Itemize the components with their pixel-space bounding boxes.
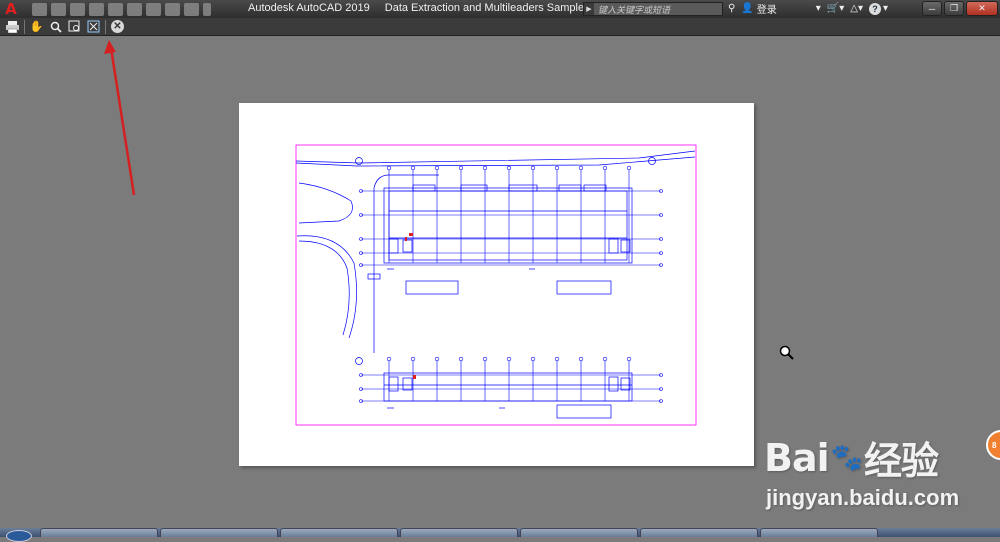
search-placeholder: 键入关键字或短语 (598, 4, 671, 15)
grid-bubble (578, 165, 584, 171)
grid-bubble (578, 356, 584, 362)
close-preview-icon: ✕ (111, 20, 124, 33)
app-name: Autodesk AutoCAD 2019 (248, 2, 370, 14)
login-label: 登录 (756, 5, 777, 16)
file-name: Data Extraction and Multileaders Sample.… (384, 2, 608, 14)
grid-bubble (410, 356, 416, 362)
quick-access-toolbar (32, 2, 213, 16)
chevron-down-icon: ▾ (815, 3, 821, 14)
grid-bubble (530, 165, 536, 171)
title-bar: A Autodesk AutoCAD 2019 Data Extraction … (0, 0, 1000, 18)
watermark-url: jingyan.baidu.com (766, 485, 960, 510)
taskbar-item[interactable] (760, 528, 878, 537)
grid-bubble (482, 165, 488, 171)
zoom-window-icon[interactable] (67, 19, 82, 34)
dropdown-icon[interactable] (203, 2, 211, 16)
grid-bubble (434, 356, 440, 362)
plot-icon[interactable] (146, 2, 161, 16)
drawing-preview (295, 144, 697, 426)
autocad-logo-icon[interactable]: A (0, 0, 22, 18)
undo-icon[interactable] (165, 2, 180, 16)
zoom-original-icon[interactable] (86, 19, 101, 34)
redo-icon[interactable] (184, 2, 199, 16)
save-icon[interactable] (70, 2, 85, 16)
grid-bubble (458, 165, 464, 171)
taskbar-item[interactable] (400, 528, 518, 537)
grid-bubble (602, 356, 608, 362)
zoom-cursor-icon (779, 345, 795, 366)
a360-icon[interactable]: △▾ (850, 3, 863, 14)
grid-bubble (554, 165, 560, 171)
zoom-icon[interactable] (48, 19, 63, 34)
grid-bubble (410, 165, 416, 171)
grid-bubble (602, 165, 608, 171)
help-button[interactable]: ? ▾ (869, 2, 888, 15)
minimize-button[interactable]: ─ (922, 1, 942, 16)
grid-bubble (386, 356, 392, 362)
new-icon[interactable] (32, 2, 47, 16)
taskbar-item[interactable] (280, 528, 398, 537)
grid-bubble (530, 356, 536, 362)
grid-bubble (626, 165, 632, 171)
drawing-border (295, 144, 697, 426)
info-center: ⚲ 👤 登录 ▾ 🛒▾ △▾ ? ▾ (728, 1, 888, 16)
taskbar-item[interactable] (40, 528, 158, 537)
start-button[interactable] (6, 530, 32, 542)
preview-sheet (239, 103, 754, 466)
taskbar-item[interactable] (520, 528, 638, 537)
toolbar-separator (24, 19, 25, 34)
toolbar-separator (105, 19, 106, 34)
watermark-brand-left: Bai (764, 435, 830, 480)
window-title: Autodesk AutoCAD 2019 Data Extraction an… (248, 2, 607, 14)
open-icon[interactable] (51, 2, 66, 16)
baidu-watermark: Bai 🐾 经验 jingyan.baidu.com (764, 430, 959, 511)
close-window-button[interactable]: ✕ (966, 1, 998, 16)
grid-bubble (506, 356, 512, 362)
grid-bubble (386, 165, 392, 171)
taskbar-item[interactable] (160, 528, 278, 537)
close-preview-button[interactable]: ✕ (110, 19, 125, 34)
side-badge[interactable]: 8 (986, 430, 1000, 460)
grid-bubble (626, 356, 632, 362)
grid-bubble (482, 356, 488, 362)
grid-bubble (458, 356, 464, 362)
login-button[interactable]: 👤 登录 ▾ (741, 1, 820, 16)
grid-bubble (506, 165, 512, 171)
web-save-icon[interactable] (127, 2, 142, 16)
watermark-brand: Bai 🐾 经验 (764, 430, 959, 485)
cart-icon[interactable]: 🛒▾ (827, 3, 844, 14)
binoculars-icon[interactable]: ⚲ (728, 3, 735, 14)
taskbar (0, 528, 1000, 537)
user-icon: 👤 (741, 3, 754, 14)
restore-button[interactable]: ❐ (944, 1, 964, 16)
save-as-icon[interactable] (89, 2, 104, 16)
watermark-brand-right: 经验 (864, 439, 939, 483)
print-icon[interactable] (5, 19, 20, 34)
taskbar-item[interactable] (640, 528, 758, 537)
paw-icon: 🐾 (830, 442, 863, 473)
grid-bubble (554, 356, 560, 362)
window-controls: ─ ❐ ✕ (922, 1, 998, 16)
help-icon: ? (869, 2, 882, 15)
search-expand-icon[interactable]: ▶ (584, 3, 594, 15)
search-input[interactable]: ▶ 键入关键字或短语 (583, 2, 723, 16)
grid-bubble (434, 165, 440, 171)
web-open-icon[interactable] (108, 2, 123, 16)
pan-icon[interactable]: ✋ (29, 19, 44, 34)
plot-preview-toolbar: ✋ ✕ (0, 18, 1000, 36)
